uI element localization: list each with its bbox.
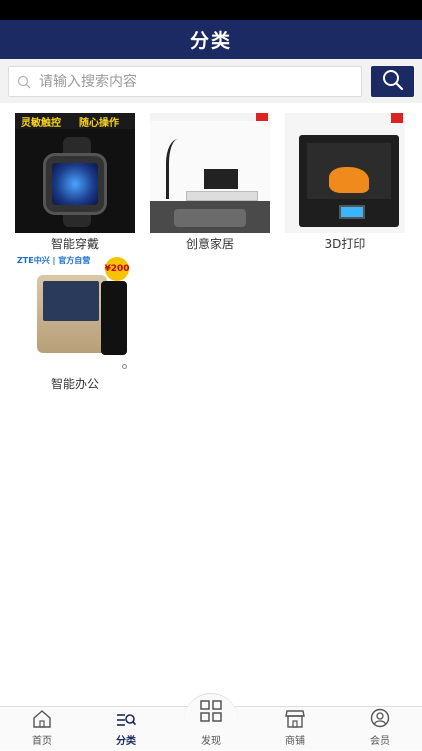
tab-discover[interactable]: 发现 <box>169 700 253 751</box>
3d-printer-image <box>285 113 405 233</box>
magnifier-icon <box>382 69 404 94</box>
search-box <box>8 66 362 97</box>
category-icon <box>116 712 137 732</box>
grid-icon <box>200 700 222 726</box>
search-row <box>0 59 422 103</box>
smartwatch-image: 灵敏触控 随心操作 <box>15 113 135 233</box>
category-label: 3D打印 <box>324 237 366 251</box>
category-item-office[interactable]: ZTE中兴 | 官方自营 ¥200 智能办公 <box>15 253 135 391</box>
tab-label: 分类 <box>116 736 136 747</box>
tab-member[interactable]: 会员 <box>338 707 422 751</box>
category-item-home[interactable]: 创意家居 <box>150 113 270 251</box>
tab-store[interactable]: 商铺 <box>253 707 337 751</box>
store-icon <box>285 710 305 732</box>
brand-text: ZTE中兴 | 官方自营 <box>17 256 91 265</box>
home-icon <box>32 710 52 732</box>
banner-left-text: 灵敏触控 <box>21 118 61 129</box>
search-icon <box>9 66 39 97</box>
search-input[interactable] <box>39 67 361 96</box>
page-title: 分类 <box>189 30 232 52</box>
status-bar <box>0 0 422 20</box>
price-tag: ¥200 <box>104 257 130 281</box>
category-label: 创意家居 <box>185 237 234 251</box>
banner-right-text: 随心操作 <box>79 118 119 129</box>
tab-label: 商铺 <box>285 736 305 747</box>
tab-home[interactable]: 首页 <box>0 707 84 751</box>
category-item-3d-printing[interactable]: 3D打印 <box>285 113 405 251</box>
living-room-image <box>150 113 270 233</box>
bottom-tab-bar: 首页 分类 发现 商铺 会员 <box>0 693 422 751</box>
office-device-image: ZTE中兴 | 官方自营 ¥200 <box>15 253 135 373</box>
category-label: 智能穿戴 <box>50 237 99 251</box>
user-icon <box>370 708 390 732</box>
category-label: 智能办公 <box>50 377 99 391</box>
header-bar: 分类 <box>0 20 422 59</box>
tab-label: 发现 <box>201 736 221 747</box>
category-item-wearables[interactable]: 灵敏触控 随心操作 智能穿戴 <box>15 113 135 251</box>
tab-category[interactable]: 分类 <box>84 707 168 751</box>
tab-label: 首页 <box>32 736 52 747</box>
watch-banner: 灵敏触控 随心操作 <box>15 113 135 129</box>
tab-label: 会员 <box>370 736 390 747</box>
search-button[interactable] <box>371 66 414 97</box>
